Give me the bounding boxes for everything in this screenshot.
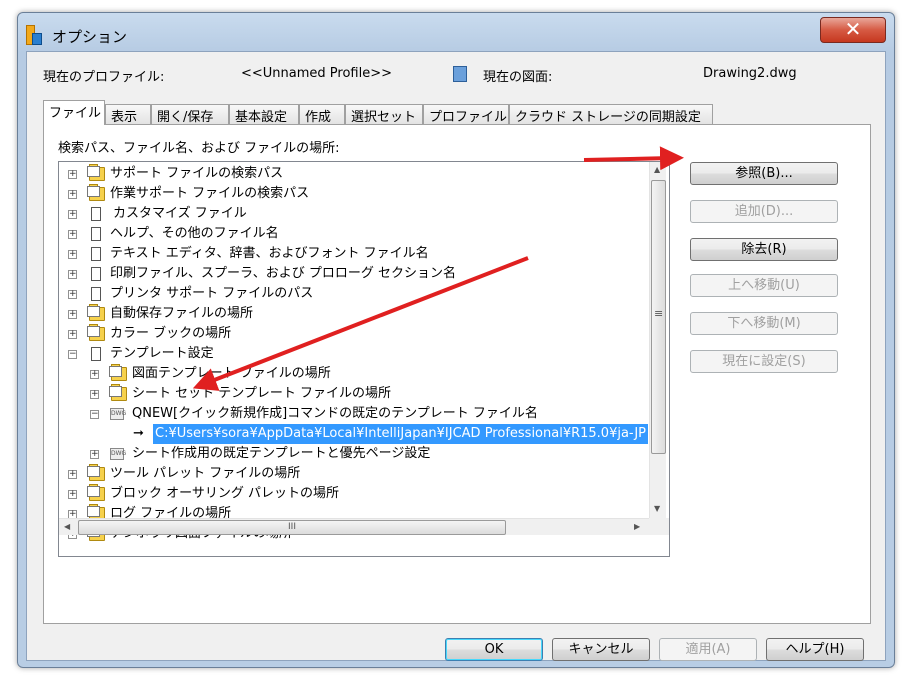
annotation-arrows — [192, 146, 684, 391]
annotation-arrow-to-browse — [583, 146, 684, 171]
annotation-arrow-to-qnew — [192, 256, 529, 391]
tab-files[interactable]: ファイル — [43, 100, 105, 125]
